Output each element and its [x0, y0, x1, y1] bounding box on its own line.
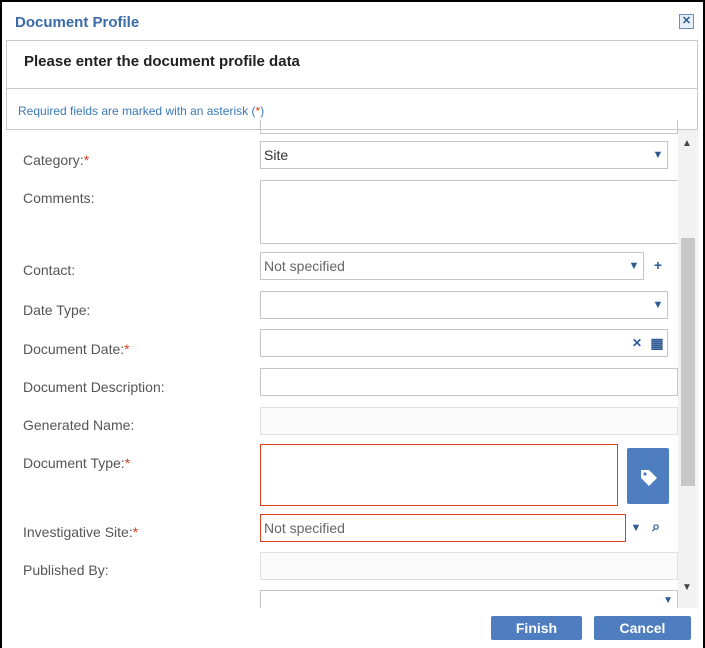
chevron-down-icon: ▼: [663, 595, 673, 606]
chevron-down-icon[interactable]: ▼: [628, 518, 644, 538]
category-value: Site: [264, 147, 289, 163]
search-icon[interactable]: ⌕: [648, 516, 664, 536]
chevron-down-icon[interactable]: ▼: [651, 147, 665, 163]
chevron-down-icon[interactable]: ▼: [651, 297, 665, 313]
dialog-title: Document Profile: [15, 14, 140, 31]
generated-name-input: [260, 407, 678, 435]
partial-field-top: [260, 120, 678, 134]
contact-select[interactable]: Not specified ▼: [260, 252, 644, 280]
tag-icon: [641, 470, 657, 486]
date-type-select[interactable]: ▼: [260, 291, 668, 319]
document-description-input[interactable]: [260, 368, 678, 396]
date-type-label: Date Type:: [23, 302, 91, 318]
add-contact-icon[interactable]: +: [650, 255, 666, 275]
document-date-label: Document Date:*: [23, 341, 130, 357]
document-date-input[interactable]: ✕ ▦: [260, 329, 668, 357]
document-type-field[interactable]: [260, 444, 618, 506]
vertical-scrollbar[interactable]: ▲ ▼: [678, 130, 698, 608]
finish-button[interactable]: Finish: [491, 616, 582, 640]
scroll-down-icon[interactable]: ▼: [682, 582, 692, 593]
comments-textarea[interactable]: [260, 180, 680, 244]
close-icon[interactable]: ✕: [679, 14, 694, 29]
document-type-label: Document Type:*: [23, 455, 131, 471]
dialog-header: Please enter the document profile data: [6, 40, 698, 88]
document-description-label: Document Description:: [23, 379, 165, 395]
partial-field-bottom: ▼: [260, 590, 678, 608]
published-by-input: [260, 552, 678, 580]
scroll-up-icon[interactable]: ▲: [682, 138, 692, 149]
header-text: Please enter the document profile data: [24, 53, 300, 70]
investigative-site-select[interactable]: Not specified: [260, 514, 626, 542]
contact-value: Not specified: [264, 258, 345, 274]
investigative-site-value: Not specified: [264, 520, 345, 536]
cancel-button[interactable]: Cancel: [594, 616, 691, 640]
chevron-down-icon[interactable]: ▼: [627, 258, 641, 274]
comments-label: Comments:: [23, 190, 95, 206]
category-label: Category:*: [23, 152, 90, 168]
investigative-site-label: Investigative Site:*: [23, 524, 139, 540]
generated-name-label: Generated Name:: [23, 417, 135, 433]
contact-label: Contact:: [23, 262, 76, 278]
calendar-icon[interactable]: ▦: [649, 333, 665, 353]
dialog-titlebar: Document Profile ✕: [6, 10, 700, 38]
required-note: Required fields are marked with an aster…: [18, 104, 265, 118]
tag-button[interactable]: [627, 448, 669, 504]
category-select[interactable]: Site ▼: [260, 141, 668, 169]
scrollbar-thumb[interactable]: [681, 238, 695, 486]
published-by-label: Published By:: [23, 562, 109, 578]
clear-icon[interactable]: ✕: [629, 333, 645, 353]
